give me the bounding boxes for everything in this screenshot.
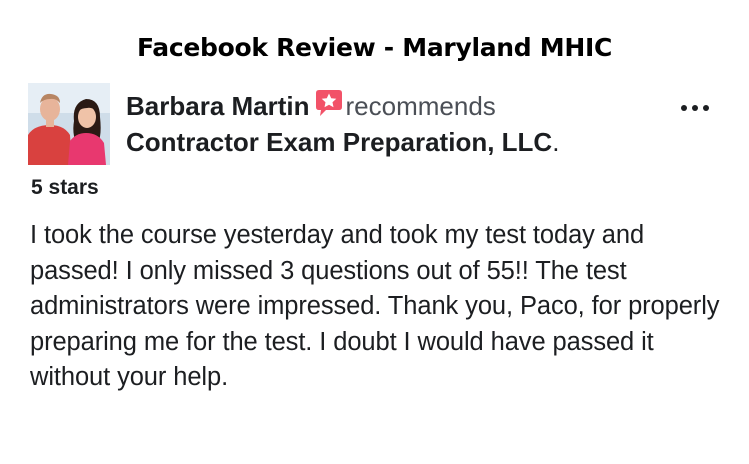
- page-title: Facebook Review - Maryland MHIC: [136, 33, 613, 62]
- recommend-star-icon: [315, 90, 342, 116]
- post-header: Barbara Martin recommends Contractor Exa…: [126, 88, 686, 160]
- more-dot: [692, 105, 698, 111]
- page-name-suffix: .: [552, 127, 560, 157]
- author-name[interactable]: Barbara Martin: [126, 91, 310, 121]
- more-options-icon[interactable]: [672, 98, 718, 118]
- post-header-line-2: Contractor Exam Preparation, LLC.: [126, 124, 686, 160]
- rating-label: 5 stars: [31, 176, 99, 199]
- avatar[interactable]: [28, 83, 110, 165]
- post-header-line-1: Barbara Martin recommends: [126, 88, 686, 124]
- page-name-link[interactable]: Contractor Exam Preparation, LLC: [126, 127, 552, 157]
- more-dot: [703, 105, 709, 111]
- avatar-photo: [28, 83, 110, 165]
- more-dot: [681, 105, 687, 111]
- review-text: I took the course yesterday and took my …: [30, 221, 720, 391]
- recommends-label: recommends: [345, 91, 496, 121]
